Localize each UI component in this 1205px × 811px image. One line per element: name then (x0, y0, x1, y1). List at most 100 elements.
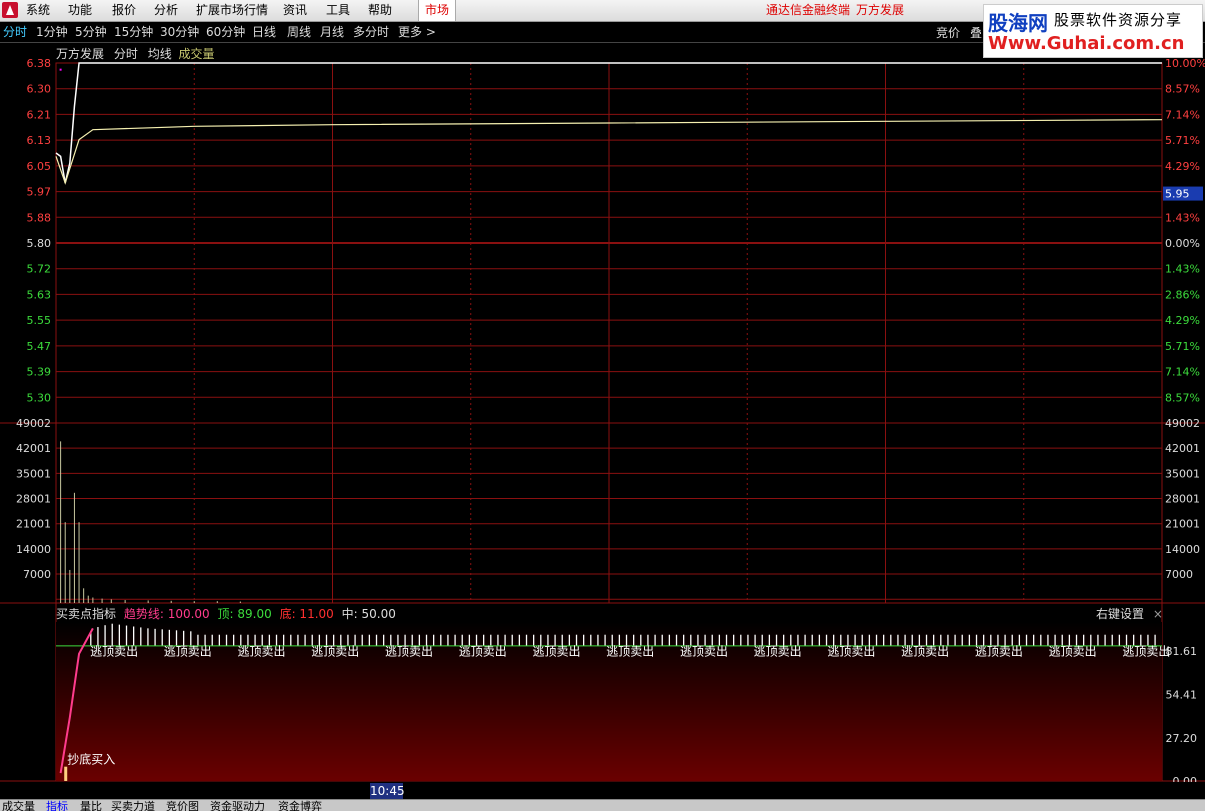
stock-title: 万方发展 (856, 3, 905, 17)
volume-axis-label-left: 42001 (16, 442, 51, 455)
volume-axis-label-left: 35001 (16, 467, 51, 480)
volume-axis-label-right: 21001 (1165, 518, 1200, 531)
period-15min[interactable]: 15分钟 (114, 24, 153, 40)
percent-axis-label: 4.29% (1165, 314, 1200, 327)
percent-axis-label: 4.29% (1165, 160, 1200, 173)
volume-axis-label-left: 28001 (16, 493, 51, 506)
sell-signal-label: 逃顶卖出 (680, 644, 728, 658)
percent-axis-label: 0.00% (1165, 237, 1200, 250)
price-axis-label: 5.55 (27, 314, 52, 327)
chart-avg-label[interactable]: 均线 (148, 47, 172, 61)
percent-axis-label: 7.14% (1165, 366, 1200, 379)
period-weekly[interactable]: 周线 (287, 24, 311, 40)
chart-mode-label[interactable]: 分时 (114, 47, 138, 61)
close-icon[interactable]: × (1153, 607, 1163, 621)
chart-volume-label[interactable]: 成交量 (179, 47, 215, 61)
tab-volume-ratio[interactable]: 量比 (80, 800, 102, 811)
period-more[interactable]: 更多 > (398, 24, 436, 40)
price-axis-label: 5.80 (27, 237, 52, 250)
buy-signal-bar (64, 766, 68, 781)
settings-hint[interactable]: 右键设置 (1096, 607, 1144, 621)
volume-axis-label-left: 7000 (23, 568, 51, 581)
price-axis-label: 5.39 (27, 366, 52, 379)
percent-axis-label: 1.43% (1165, 263, 1200, 276)
volume-axis-label-left: 14000 (16, 543, 51, 556)
menu-tools[interactable]: 工具 (326, 2, 350, 18)
volume-axis-label-right: 28001 (1165, 493, 1200, 506)
bottom-tab-bar: 成交量 指标 量比 买卖力道 竞价图 资金驱动力 资金博弈 (0, 799, 1205, 811)
indicator-name[interactable]: 买卖点指标 (56, 607, 116, 621)
period-5min[interactable]: 5分钟 (75, 24, 107, 40)
volume-axis-label-left: 21001 (16, 518, 51, 531)
price-marker-dot (59, 68, 62, 71)
tab-volume[interactable]: 成交量 (2, 800, 35, 811)
current-price-label: 5.95 (1165, 188, 1190, 201)
period-multi-intraday[interactable]: 多分时 (353, 24, 389, 40)
watermark-slogan: 股票软件资源分享 (1054, 11, 1183, 29)
volume-axis-label-left: 49002 (16, 417, 51, 430)
period-intraday[interactable]: 分时 (3, 24, 27, 40)
period-monthly[interactable]: 月线 (320, 24, 344, 40)
sell-signal-label: 逃顶卖出 (901, 644, 949, 658)
terminal-title: 通达信金融终端 (766, 3, 851, 17)
price-axis-label: 6.30 (27, 83, 52, 96)
menu-extended-market[interactable]: 扩展市场行情 (196, 2, 268, 18)
menu-analysis[interactable]: 分析 (154, 2, 178, 18)
indicator-header: 买卖点指标 趋势线: 100.00 顶: 89.00 底: 11.00 中: 5… (56, 605, 396, 622)
chart-header: 万方发展 分时 均线 成交量 (56, 45, 221, 62)
indicator-settings: 右键设置 × (1096, 605, 1163, 622)
price-axis-label: 5.63 (27, 288, 52, 301)
percent-axis-label: 10.00% (1165, 57, 1205, 70)
sell-signal-label: 逃顶卖出 (532, 644, 580, 658)
period-daily[interactable]: 日线 (252, 24, 276, 40)
sell-signal-label: 逃顶卖出 (754, 644, 802, 658)
tab-auction-chart[interactable]: 竞价图 (166, 800, 199, 811)
percent-axis-label: 5.71% (1165, 340, 1200, 353)
indicator-axis-label: 54.41 (1166, 688, 1198, 701)
price-axis-label: 5.30 (27, 391, 52, 404)
app-logo-icon[interactable] (2, 2, 18, 18)
menu-quote[interactable]: 报价 (112, 2, 136, 18)
watermark-brand: 股海网 (988, 11, 1048, 35)
price-axis-label: 6.13 (27, 134, 52, 147)
indicator-trend: 趋势线: 100.00 (123, 607, 210, 621)
menu-help[interactable]: 帮助 (368, 2, 392, 18)
volume-axis-label-right: 49002 (1165, 417, 1200, 430)
time-cursor: 10:45 (370, 783, 405, 799)
auction-button[interactable]: 竞价 (936, 24, 960, 41)
period-30min[interactable]: 30分钟 (160, 24, 199, 40)
price-axis-label: 6.38 (27, 57, 52, 70)
chart-stock-name: 万方发展 (56, 47, 105, 61)
price-axis-label: 5.88 (27, 211, 52, 224)
volume-layer (60, 441, 241, 603)
market-tab[interactable]: 市场 (418, 0, 456, 21)
indicator-bottom: 底: 11.00 (279, 607, 334, 621)
tab-capital-game[interactable]: 资金博弈 (278, 800, 322, 811)
tab-indicator[interactable]: 指标 (46, 800, 68, 811)
period-1min[interactable]: 1分钟 (36, 24, 68, 40)
menu-system[interactable]: 系统 (26, 2, 50, 18)
tab-capital-drive[interactable]: 资金驱动力 (210, 800, 265, 811)
volume-axis-label-right: 42001 (1165, 442, 1200, 455)
intraday-chart[interactable]: 6.38 6.30 6.21 6.13 6.05 5.97 5.88 5.80 5.72 5.63… (0, 42, 1205, 782)
menu-function[interactable]: 功能 (68, 2, 92, 18)
price-axis-label: 5.47 (27, 340, 52, 353)
indicator-top: 顶: 89.00 (217, 607, 272, 621)
percent-axis-label: 7.14% (1165, 108, 1200, 121)
price-axis-label: 6.05 (27, 160, 52, 173)
overlay-button[interactable]: 叠 (970, 24, 982, 41)
volume-axis-label-right: 7000 (1165, 568, 1193, 581)
tab-buy-sell-power[interactable]: 买卖力道 (111, 800, 155, 811)
period-60min[interactable]: 60分钟 (206, 24, 245, 40)
indicator-axis-label: 27.20 (1166, 732, 1198, 745)
percent-axis-label: 1.43% (1165, 211, 1200, 224)
sell-signal-label: 逃顶卖出 (385, 644, 433, 658)
sell-signal-label: 逃顶卖出 (975, 644, 1023, 658)
sell-signal-label: 逃顶卖出 (311, 644, 359, 658)
volume-axis-label-right: 35001 (1165, 467, 1200, 480)
sell-signal-label: 逃顶卖出 (164, 644, 212, 658)
price-axis-label: 5.97 (27, 186, 52, 199)
percent-axis-label: 2.86% (1165, 288, 1200, 301)
sell-signal-label: 逃顶卖出 (238, 644, 286, 658)
menu-news[interactable]: 资讯 (283, 2, 307, 18)
